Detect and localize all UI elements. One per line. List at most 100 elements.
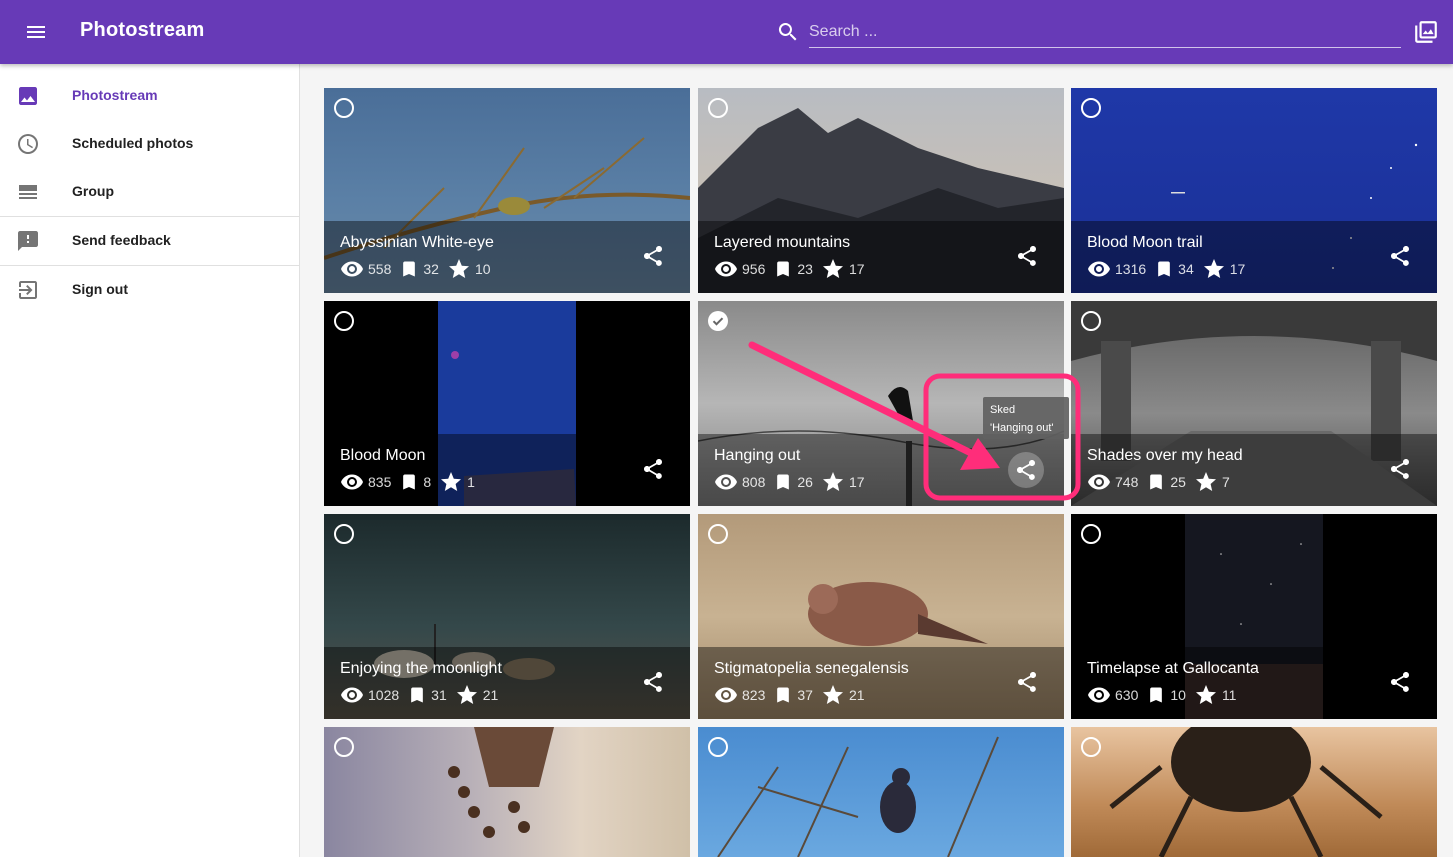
views-icon <box>340 257 364 281</box>
share-button[interactable] <box>1012 241 1042 271</box>
select-circle-icon[interactable] <box>333 97 355 119</box>
photo-tile[interactable]: Abyssinian White-eye 558 32 10 <box>324 88 690 293</box>
select-circle-icon[interactable] <box>1080 310 1102 332</box>
star-icon <box>439 470 463 494</box>
sidebar-item-group[interactable]: Group <box>0 168 299 216</box>
stars-count: 1 <box>467 474 475 490</box>
sidebar-item-feedback[interactable]: Send feedback <box>0 217 299 265</box>
exit-icon <box>19 281 37 299</box>
star-icon <box>821 683 845 707</box>
bookmark-icon <box>1154 257 1174 281</box>
views-icon <box>340 683 364 707</box>
bookmark-icon <box>399 257 419 281</box>
select-circle-icon[interactable] <box>1080 97 1102 119</box>
tooltip-line: Sked <box>990 404 1016 416</box>
photo-title: Enjoying the moonlight <box>340 660 502 677</box>
views-count: 956 <box>742 261 766 277</box>
photo-stats: 956 23 17 <box>714 257 873 281</box>
photo-title: Layered mountains <box>714 234 851 251</box>
sidebar-item-scheduled[interactable]: Scheduled photos <box>0 120 299 168</box>
bookmark-icon <box>1146 683 1166 707</box>
sidebar-item-signout[interactable]: Sign out <box>0 266 299 314</box>
photo-tile[interactable]: Blood Moon trail 1316 34 17 <box>1071 88 1437 293</box>
views-icon <box>340 470 364 494</box>
share-icon <box>1388 244 1412 268</box>
share-button[interactable] <box>638 241 668 271</box>
share-icon <box>1014 458 1038 482</box>
bookmarks-count: 25 <box>1170 474 1186 490</box>
views-icon <box>714 683 738 707</box>
sidebar-item-photostream[interactable]: Photostream <box>0 72 299 120</box>
photo-stats: 1028 31 21 <box>340 683 506 707</box>
select-circle-icon[interactable] <box>707 97 729 119</box>
photo-stats: 835 8 1 <box>340 470 483 494</box>
share-icon <box>1388 457 1412 481</box>
share-button[interactable] <box>1385 667 1415 697</box>
views-icon <box>1087 683 1111 707</box>
select-circle-icon[interactable] <box>707 736 729 758</box>
sidebar-item-label: Sign out <box>72 281 128 297</box>
select-checked-icon[interactable] <box>707 310 729 332</box>
photo-tile[interactable] <box>324 727 690 857</box>
photo-tile[interactable]: Layered mountains 956 23 17 <box>698 88 1064 293</box>
photo-title: Blood Moon trail <box>1087 234 1203 251</box>
photo-tile[interactable]: Stigmatopelia senegalensis 823 37 21 <box>698 514 1064 719</box>
photo-image <box>1109 727 1383 857</box>
bookmark-icon <box>407 683 427 707</box>
views-icon <box>714 470 738 494</box>
share-icon <box>641 670 665 694</box>
photo-tile[interactable]: Shades over my head 748 25 7 <box>1071 301 1437 506</box>
views-count: 808 <box>742 474 766 490</box>
views-icon <box>1087 257 1111 281</box>
search-input[interactable] <box>809 16 1401 48</box>
select-circle-icon[interactable] <box>1080 523 1102 545</box>
views-icon <box>1087 470 1111 494</box>
views-icon <box>714 257 738 281</box>
stars-count: 21 <box>848 687 865 703</box>
share-button[interactable] <box>1385 241 1415 271</box>
views-count: 835 <box>368 474 392 490</box>
star-icon <box>447 257 471 281</box>
select-circle-icon[interactable] <box>707 523 729 545</box>
share-button[interactable] <box>638 454 668 484</box>
app-title: Photostream <box>80 19 205 41</box>
share-tooltip: Sked 'Hanging out' <box>983 397 1069 439</box>
photo-stats: 808 26 17 <box>714 470 873 494</box>
share-button[interactable] <box>1008 452 1044 488</box>
photo-title: Blood Moon <box>340 447 426 464</box>
select-circle-icon[interactable] <box>333 523 355 545</box>
views-count: 748 <box>1115 474 1139 490</box>
stars-count: 11 <box>1221 687 1237 703</box>
clock-icon <box>18 134 38 154</box>
photo-tile[interactable]: Enjoying the moonlight 1028 31 21 <box>324 514 690 719</box>
stars-count: 17 <box>848 474 865 490</box>
stars-count: 10 <box>474 261 491 277</box>
bookmark-icon <box>1146 470 1166 494</box>
photo-title: Hanging out <box>714 447 801 464</box>
star-icon <box>821 257 845 281</box>
photo-tile[interactable] <box>1071 727 1437 857</box>
share-button[interactable] <box>1385 454 1415 484</box>
select-circle-icon[interactable] <box>333 736 355 758</box>
photo-title: Timelapse at Gallocanta <box>1087 660 1259 677</box>
stars-count: 17 <box>848 261 865 277</box>
photo-tile[interactable] <box>698 727 1064 857</box>
stars-count: 17 <box>1229 261 1246 277</box>
photo-tile[interactable]: Blood Moon 835 8 1 <box>324 301 690 506</box>
sidebar-item-label: Photostream <box>72 87 158 103</box>
select-circle-icon[interactable] <box>333 310 355 332</box>
photo-stats: 748 25 7 <box>1087 470 1238 494</box>
views-count: 823 <box>742 687 766 703</box>
gallery-button[interactable] <box>1410 16 1442 48</box>
bookmarks-count: 32 <box>423 261 439 277</box>
menu-button[interactable] <box>16 12 56 52</box>
photo-tile[interactable]: Timelapse at Gallocanta 630 10 11 <box>1071 514 1437 719</box>
share-button[interactable] <box>1012 667 1042 697</box>
menu-icon <box>27 26 45 38</box>
star-icon <box>1194 470 1218 494</box>
star-icon <box>821 470 845 494</box>
share-button[interactable] <box>638 667 668 697</box>
select-circle-icon[interactable] <box>1080 736 1102 758</box>
stars-count: 21 <box>482 687 499 703</box>
bookmarks-count: 37 <box>797 687 813 703</box>
